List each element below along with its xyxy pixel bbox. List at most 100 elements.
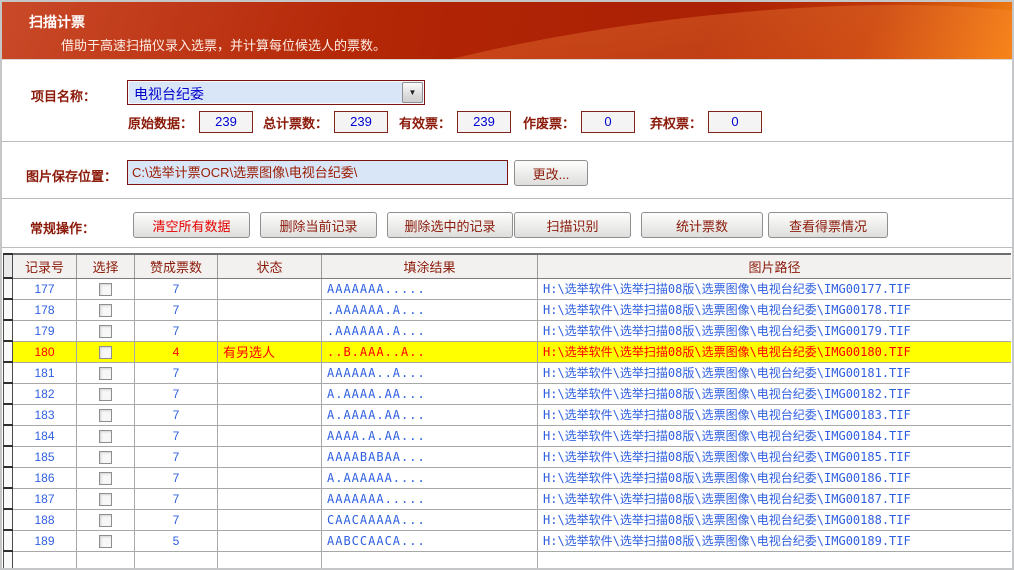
image-path-cell: H:\选举软件\选举扫描08版\选票图像\电视台纪委\IMG00182.TIF [538, 383, 1012, 404]
project-name-label: 项目名称： [31, 86, 96, 105]
fill-result-cell [322, 551, 538, 568]
table-row[interactable]: 183 7 A.AAAA.AA... H:\选举软件\选举扫描08版\选票图像\… [4, 404, 1012, 425]
stat-total-votes-value: 239 [334, 111, 388, 133]
row-indicator[interactable] [4, 509, 13, 530]
fill-result-cell: AAAA.A.AA... [322, 425, 538, 446]
status-cell: 有另选人 [218, 341, 322, 362]
column-header-status: 状态 [218, 254, 322, 278]
section-divider [2, 198, 1012, 199]
image-location-input[interactable]: C:\选举计票OCR\选票图像\电视台纪委\ [127, 160, 508, 185]
operations-label: 常规操作： [30, 218, 95, 237]
table-row[interactable]: 186 7 A.AAAAAA.... H:\选举软件\选举扫描08版\选票图像\… [4, 467, 1012, 488]
status-cell [218, 551, 322, 568]
stat-abstain-votes: 弃权票： 0 [650, 110, 762, 134]
table-row[interactable]: 188 7 CAACAAAAA... H:\选举软件\选举扫描08版\选票图像\… [4, 509, 1012, 530]
fill-result-cell: A.AAAA.AA... [322, 404, 538, 425]
row-indicator[interactable] [4, 467, 13, 488]
table-header-row: 记录号 选择 赞成票数 状态 填涂结果 图片路径 [4, 254, 1012, 278]
table-row[interactable]: 184 7 AAAA.A.AA... H:\选举软件\选举扫描08版\选票图像\… [4, 425, 1012, 446]
select-cell [77, 488, 135, 509]
change-path-button[interactable]: 更改... [514, 160, 588, 186]
records-table: 记录号 选择 赞成票数 状态 填涂结果 图片路径 177 7 AAAAAAA..… [3, 253, 1011, 568]
row-indicator[interactable] [4, 404, 13, 425]
stat-invalid-votes: 作废票： 0 [523, 110, 635, 134]
count-votes-button[interactable]: 统计票数 [641, 212, 763, 238]
row-indicator[interactable] [4, 341, 13, 362]
fill-result-cell: CAACAAAAA... [322, 509, 538, 530]
select-cell [77, 467, 135, 488]
table-row[interactable]: 189 5 AABCCAACA... H:\选举软件\选举扫描08版\选票图像\… [4, 530, 1012, 551]
stat-valid-votes-label: 有效票： [399, 113, 451, 132]
row-indicator[interactable] [4, 278, 13, 299]
record-number-cell: 177 [13, 278, 77, 299]
row-checkbox[interactable] [99, 325, 112, 338]
row-indicator[interactable] [4, 446, 13, 467]
image-path-cell: H:\选举软件\选举扫描08版\选票图像\电视台纪委\IMG00178.TIF [538, 299, 1012, 320]
chevron-down-icon[interactable]: ▼ [402, 82, 423, 103]
table-row[interactable]: 179 7 .AAAAAA.A... H:\选举软件\选举扫描08版\选票图像\… [4, 320, 1012, 341]
row-checkbox[interactable] [99, 493, 112, 506]
row-indicator[interactable] [4, 320, 13, 341]
table-row[interactable]: 182 7 A.AAAA.AA... H:\选举软件\选举扫描08版\选票图像\… [4, 383, 1012, 404]
row-checkbox[interactable] [99, 304, 112, 317]
status-cell [218, 362, 322, 383]
record-number-cell: 188 [13, 509, 77, 530]
section-divider [2, 141, 1012, 142]
image-path-cell: H:\选举软件\选举扫描08版\选票图像\电视台纪委\IMG00183.TIF [538, 404, 1012, 425]
row-indicator[interactable] [4, 488, 13, 509]
row-checkbox[interactable] [99, 346, 112, 359]
row-indicator[interactable] [4, 425, 13, 446]
page-subtitle: 借助于高速扫描仪录入选票，并计算每位候选人的票数。 [61, 35, 386, 54]
image-path-cell [538, 551, 1012, 568]
select-cell [77, 425, 135, 446]
status-cell [218, 383, 322, 404]
record-number-cell: 184 [13, 425, 77, 446]
approve-count-cell: 4 [135, 341, 218, 362]
row-checkbox[interactable] [99, 367, 112, 380]
approve-count-cell: 7 [135, 488, 218, 509]
select-cell [77, 341, 135, 362]
status-cell [218, 509, 322, 530]
row-indicator[interactable] [4, 383, 13, 404]
table-row[interactable]: 177 7 AAAAAAA..... H:\选举软件\选举扫描08版\选票图像\… [4, 278, 1012, 299]
delete-current-record-button[interactable]: 删除当前记录 [260, 212, 377, 238]
table-row-highlighted[interactable]: 180 4 有另选人 ..B.AAA..A.. H:\选举软件\选举扫描08版\… [4, 341, 1012, 362]
status-cell [218, 488, 322, 509]
row-checkbox[interactable] [99, 451, 112, 464]
view-vote-results-button[interactable]: 查看得票情况 [768, 212, 888, 238]
row-checkbox[interactable] [99, 409, 112, 422]
approve-count-cell: 7 [135, 446, 218, 467]
approve-count-cell: 7 [135, 404, 218, 425]
approve-count-cell: 7 [135, 425, 218, 446]
image-path-cell: H:\选举软件\选举扫描08版\选票图像\电视台纪委\IMG00177.TIF [538, 278, 1012, 299]
row-checkbox[interactable] [99, 535, 112, 548]
fill-result-cell: ..B.AAA..A.. [322, 341, 538, 362]
row-checkbox[interactable] [99, 283, 112, 296]
project-name-select[interactable]: 电视台纪委 ▼ [127, 80, 425, 105]
image-path-cell: H:\选举软件\选举扫描08版\选票图像\电视台纪委\IMG00184.TIF [538, 425, 1012, 446]
table-row[interactable]: 178 7 .AAAAAA.A... H:\选举软件\选举扫描08版\选票图像\… [4, 299, 1012, 320]
row-checkbox[interactable] [99, 514, 112, 527]
table-row[interactable]: 185 7 AAAABABAA... H:\选举软件\选举扫描08版\选票图像\… [4, 446, 1012, 467]
row-indicator[interactable] [4, 299, 13, 320]
approve-count-cell: 7 [135, 362, 218, 383]
table-row[interactable]: 187 7 AAAAAAA..... H:\选举软件\选举扫描08版\选票图像\… [4, 488, 1012, 509]
table-row[interactable]: 181 7 AAAAAA..A... H:\选举软件\选举扫描08版\选票图像\… [4, 362, 1012, 383]
column-header-record: 记录号 [13, 254, 77, 278]
fill-result-cell: AAAABABAA... [322, 446, 538, 467]
image-path-cell: H:\选举软件\选举扫描08版\选票图像\电视台纪委\IMG00185.TIF [538, 446, 1012, 467]
row-indicator[interactable] [4, 362, 13, 383]
row-checkbox[interactable] [99, 472, 112, 485]
status-cell [218, 530, 322, 551]
status-cell [218, 404, 322, 425]
select-cell [77, 551, 135, 568]
row-indicator[interactable] [4, 530, 13, 551]
row-checkbox[interactable] [99, 388, 112, 401]
fill-result-cell: .AAAAAA.A... [322, 320, 538, 341]
delete-selected-records-button[interactable]: 删除选中的记录 [387, 212, 513, 238]
clear-all-data-button[interactable]: 清空所有数据 [133, 212, 250, 238]
scan-recognize-button[interactable]: 扫描识别 [514, 212, 631, 238]
row-checkbox[interactable] [99, 430, 112, 443]
image-path-cell: H:\选举软件\选举扫描08版\选票图像\电视台纪委\IMG00179.TIF [538, 320, 1012, 341]
record-number-cell: 179 [13, 320, 77, 341]
